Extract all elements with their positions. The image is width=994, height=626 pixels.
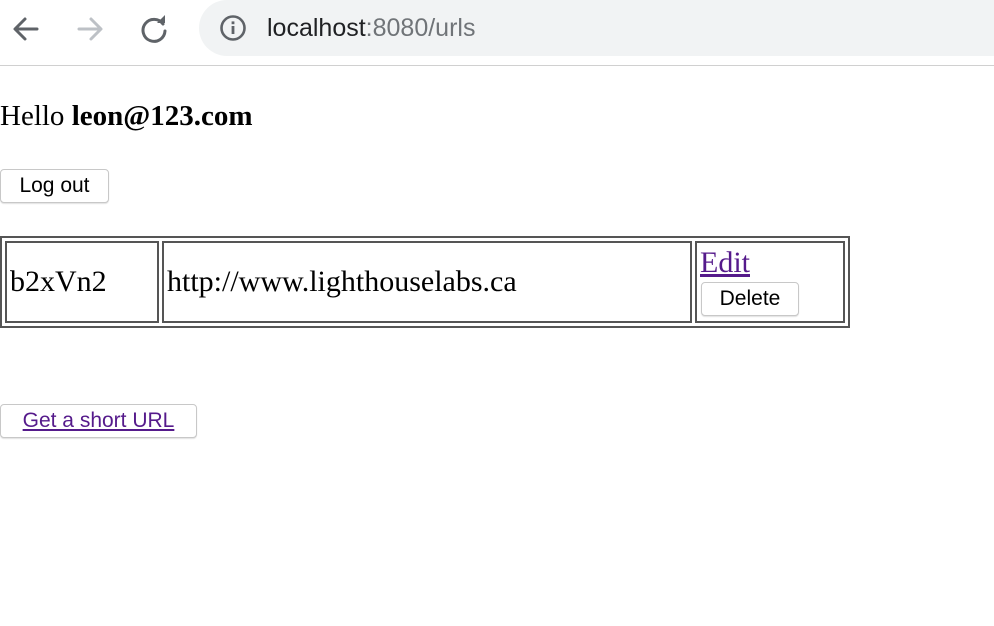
greeting-prefix: Hello (0, 100, 72, 132)
info-circle-icon[interactable] (219, 14, 247, 42)
arrow-right-icon (77, 17, 103, 41)
long-url-cell: http://www.lighthouselabs.ca (162, 241, 692, 323)
actions-cell: Edit Delete (695, 241, 845, 323)
reload-icon (141, 15, 167, 43)
browser-toolbar: localhost:8080/urls (0, 0, 994, 66)
reload-button[interactable] (137, 12, 171, 46)
address-bar[interactable]: localhost:8080/urls (199, 0, 994, 56)
address-host: localhost (267, 14, 366, 42)
short-url-cell: b2xVn2 (5, 241, 159, 323)
back-button[interactable] (9, 12, 43, 46)
edit-link[interactable]: Edit (700, 245, 840, 281)
table-row: b2xVn2 http://www.lighthouselabs.ca Edit… (5, 241, 845, 323)
address-port-path: :8080/urls (365, 14, 476, 42)
user-email: leon@123.com (71, 100, 253, 132)
get-short-url-button[interactable]: Get a short URL (0, 404, 197, 438)
forward-button[interactable] (73, 12, 107, 46)
urls-table: b2xVn2 http://www.lighthouselabs.ca Edit… (0, 236, 850, 328)
logout-button[interactable]: Log out (0, 169, 109, 203)
delete-button[interactable]: Delete (701, 282, 799, 316)
get-short-url-link[interactable]: Get a short URL (23, 409, 175, 433)
arrow-left-icon (13, 17, 39, 41)
address-url[interactable]: localhost:8080/urls (267, 12, 475, 44)
greeting: Hello leon@123.com (0, 98, 253, 134)
